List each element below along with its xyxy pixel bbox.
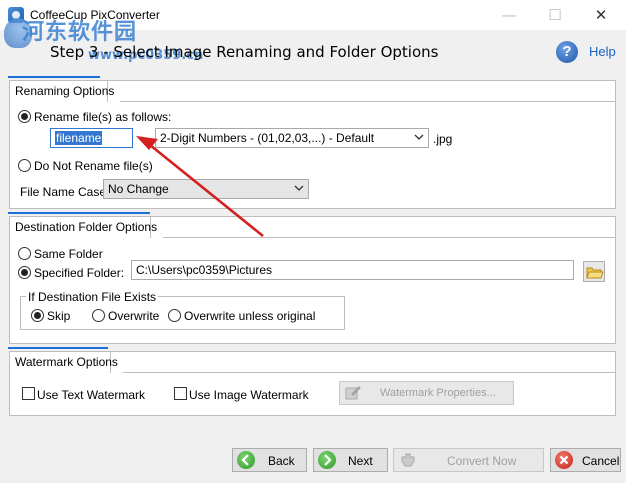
next-arrow-icon [318,451,336,469]
rename-radio[interactable] [18,110,31,123]
browse-folder-button[interactable] [583,261,605,282]
overwrite-label: Overwrite [108,309,160,323]
group-title: Watermark Options [15,355,118,369]
group-title: Destination Folder Options [15,220,158,234]
cancel-label: Cancel [582,454,620,468]
cancel-button[interactable]: Cancel [550,448,621,472]
section-accent-bar [8,76,100,78]
next-button[interactable]: Next [313,448,388,472]
watermark-options-group: Watermark Options [9,351,616,416]
cancel-x-icon [555,451,573,469]
text-watermark-checkbox[interactable] [22,387,35,400]
skip-label: Skip [47,309,71,323]
back-button[interactable]: Back [232,448,307,472]
watermark-properties-label: Watermark Properties... [380,387,496,399]
close-button[interactable]: ✕ [578,0,624,30]
chevron-down-icon [294,185,304,191]
folder-path-input[interactable]: C:\Users\pc0359\Pictures [131,260,574,280]
watermark-options-tab: Watermark Options [9,351,118,373]
convert-now-button[interactable]: Convert Now [393,448,544,472]
section-accent-bar [8,347,108,349]
specified-folder-radio[interactable] [18,266,31,279]
filename-value: filename [55,131,103,145]
numbering-selected: 2-Digit Numbers - (01,02,03,...) - Defau… [160,131,375,145]
image-watermark-label: Use Image Watermark [189,388,309,402]
overwrite-unless-label: Overwrite unless original [184,309,316,323]
minimize-button[interactable]: — [486,0,532,30]
same-folder-radio[interactable] [18,247,31,260]
filename-dropdown-arrow-icon[interactable]: ⌄ [137,131,145,142]
rename-label: Rename file(s) as follows: [34,110,172,124]
help-link[interactable]: Help [589,44,616,59]
watermark-text: 河东软件园 [22,20,138,45]
specified-folder-label: Specified Folder: [34,266,125,280]
back-arrow-icon [237,451,255,469]
same-folder-label: Same Folder [34,247,103,261]
text-watermark-label: Use Text Watermark [37,388,146,402]
maximize-button[interactable]: ☐ [532,0,578,30]
file-exists-title: If Destination File Exists [26,290,159,304]
edit-icon [345,386,361,400]
numbering-select[interactable]: 2-Digit Numbers - (01,02,03,...) - Defau… [155,128,429,148]
no-rename-radio[interactable] [18,159,31,172]
convert-icon [401,453,415,467]
case-select[interactable]: No Change [103,179,309,199]
destination-folder-tab: Destination Folder Options [9,216,157,238]
overwrite-unless-radio[interactable] [168,309,181,322]
no-rename-label: Do Not Rename file(s) [34,159,153,173]
filename-input[interactable]: filename [50,128,133,148]
case-selected: No Change [108,182,169,196]
chevron-down-icon [414,134,424,140]
extension-label: .jpg [433,132,453,146]
back-label: Back [268,454,295,468]
image-watermark-checkbox[interactable] [174,387,187,400]
help-icon[interactable]: ? [556,41,578,63]
convert-now-label: Convert Now [447,454,517,468]
page-title: Step 3 - Select Image Renaming and Folde… [50,43,439,61]
section-accent-bar [8,212,150,214]
folder-icon [586,267,604,279]
renaming-options-tab: Renaming Options [9,80,114,102]
group-title: Renaming Options [15,84,115,98]
skip-radio[interactable] [31,309,44,322]
watermark-properties-button[interactable]: Watermark Properties... [339,381,514,405]
case-label: File Name Case: [20,185,110,199]
next-label: Next [348,454,373,468]
overwrite-radio[interactable] [92,309,105,322]
